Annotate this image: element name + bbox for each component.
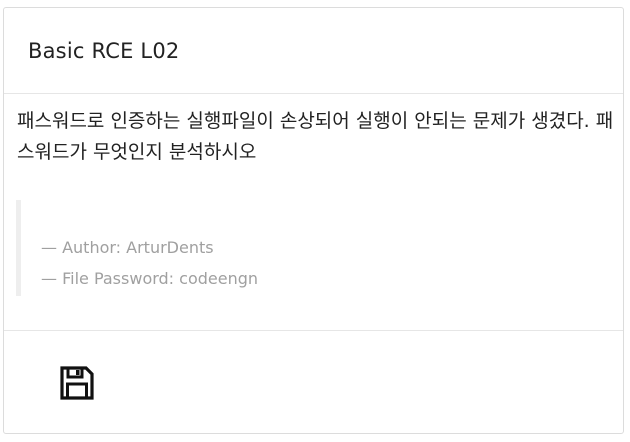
author-line: — Author: ArturDents [41,238,214,257]
card-header: Basic RCE L02 [4,8,623,94]
challenge-title: Basic RCE L02 [28,39,180,63]
download-button[interactable] [58,364,96,402]
challenge-description: 패스워드로 인증하는 실행파일이 손상되어 실행이 안되는 문제가 생겼다. 패… [17,110,614,163]
file-password-line: — File Password: codeengn [41,269,259,288]
floppy-disk-icon [60,366,94,400]
card-footer [4,331,623,433]
challenge-card: Basic RCE L02 패스워드로 인증하는 실행파일이 손상되어 실행이 … [3,7,624,434]
card-body: 패스워드로 인증하는 실행파일이 손상되어 실행이 안되는 문제가 생겼다. 패… [4,94,623,331]
challenge-info-blockquote: — Author: ArturDents — File Password: co… [16,200,606,296]
